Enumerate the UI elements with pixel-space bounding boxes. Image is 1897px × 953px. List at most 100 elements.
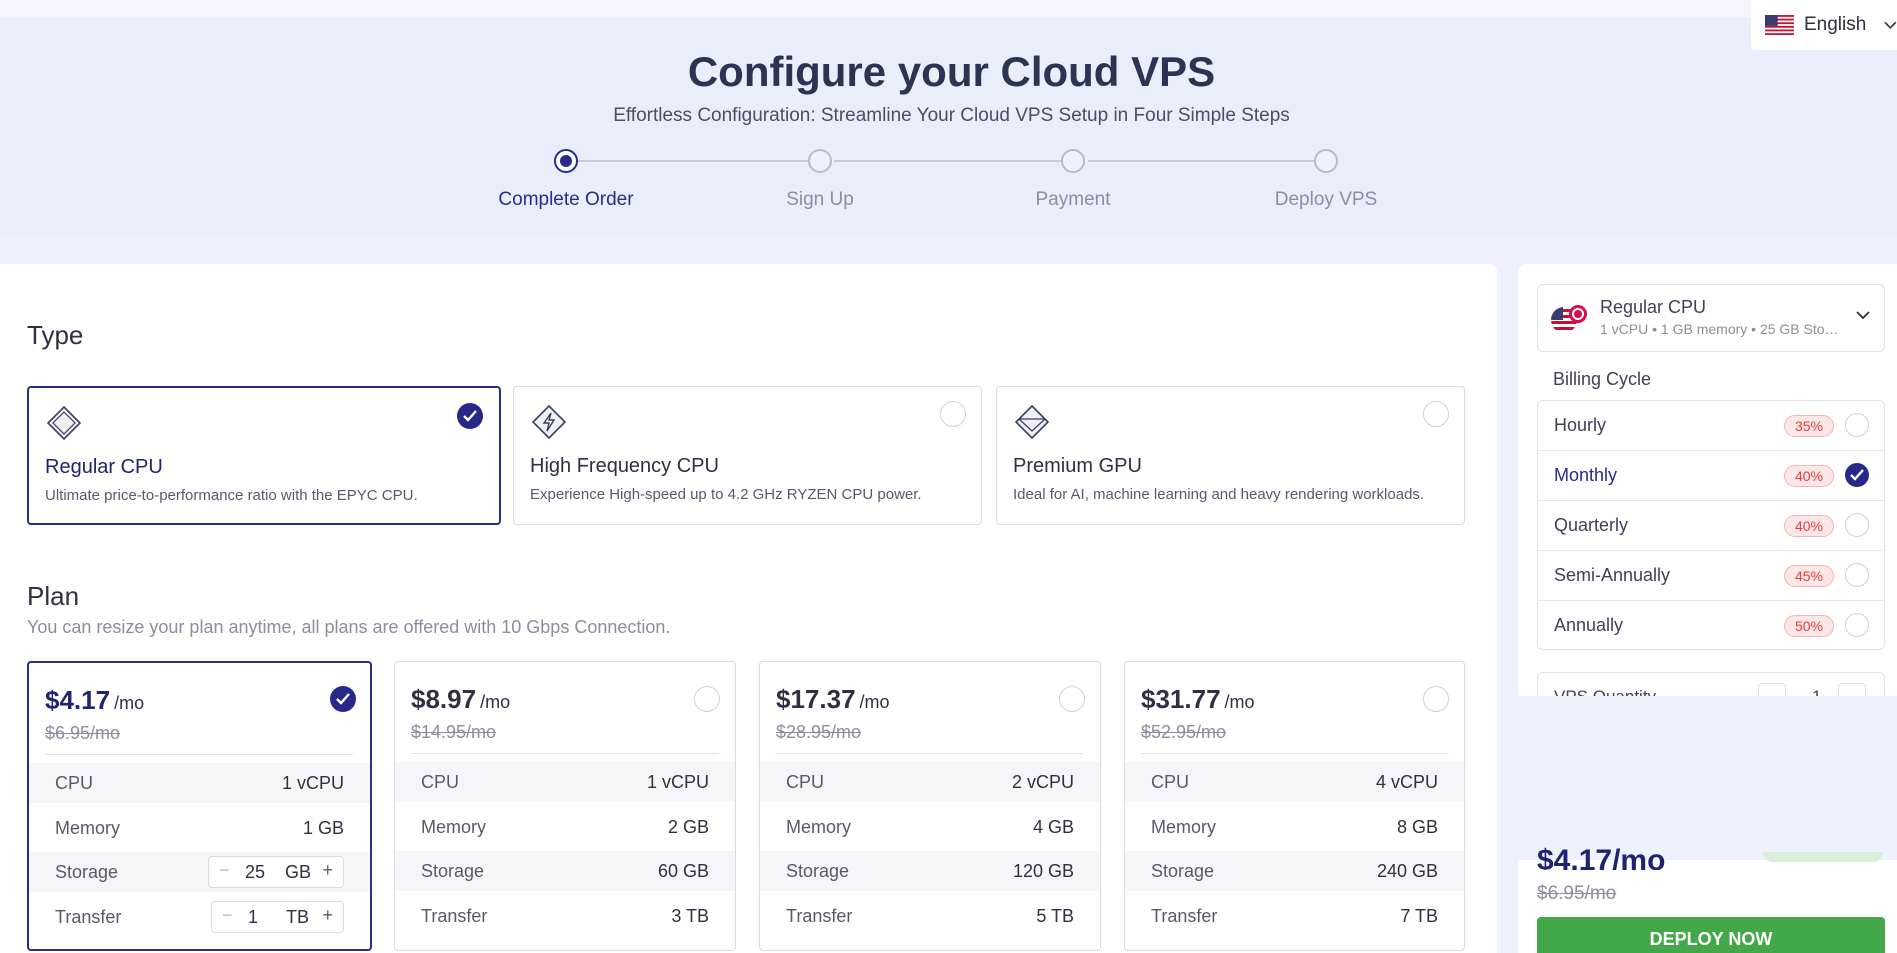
selected-check-icon — [330, 686, 356, 712]
spec-row-memory: Memory 8 GB — [1151, 817, 1438, 837]
discount-badge: 45% — [1784, 565, 1834, 587]
billing-radio[interactable] — [1845, 513, 1869, 537]
deploy-now-button[interactable]: DEPLOY NOW — [1537, 917, 1885, 953]
billing-cycle-list: Hourly 35% Monthly 40% Quarterly 40% Sem… — [1537, 400, 1885, 650]
vps-quantity-row: VPS Quantity 1 — [1537, 672, 1885, 696]
step-connector — [578, 160, 810, 162]
plan-section-title: Plan — [27, 581, 80, 611]
type-radio[interactable] — [940, 401, 966, 427]
billing-radio[interactable] — [1845, 563, 1869, 587]
total-price: $4.17/mo — [1537, 844, 1666, 870]
page-subtitle: Effortless Configuration: Streamline You… — [613, 105, 1290, 126]
language-label: English — [1803, 14, 1867, 35]
stepper-unit: TB — [286, 907, 310, 927]
quantity-value[interactable]: 1 — [1812, 687, 1821, 696]
step-label-payment: Payment — [1035, 189, 1111, 210]
discount-badge: 35% — [1784, 415, 1834, 437]
plan-section-desc: You can resize your plan anytime, all pl… — [27, 617, 671, 637]
type-radio[interactable] — [1423, 401, 1449, 427]
plan-radio[interactable] — [1059, 686, 1085, 712]
type-name: Premium GPU — [1013, 455, 1142, 477]
us-flag-with-debian-icon — [1551, 305, 1587, 333]
decrement-button[interactable]: − — [219, 860, 230, 881]
spec-row-transfer: Transfer 5 TB — [786, 906, 1074, 926]
plan-old-price: $14.95/mo — [411, 722, 497, 742]
plan-price: $4.17/mo — [45, 685, 145, 715]
step-label-sign-up: Sign Up — [786, 189, 854, 210]
quantity-increment-button[interactable] — [1838, 683, 1866, 696]
spec-row-cpu: CPU 1 vCPU — [395, 762, 735, 802]
selection-title: Regular CPU — [1600, 297, 1707, 317]
cpu-chip-icon — [46, 405, 82, 441]
plan-old-price: $28.95/mo — [776, 722, 862, 742]
selected-check-icon[interactable] — [1845, 463, 1869, 487]
step-label-deploy-vps: Deploy VPS — [1274, 189, 1378, 210]
language-selector[interactable]: English — [1751, 0, 1897, 50]
increment-button[interactable]: + — [322, 860, 333, 881]
spec-row-storage: Storage 240 GB — [1125, 851, 1464, 891]
transfer-stepper[interactable]: − 1 TB + — [211, 901, 344, 933]
storage-stepper[interactable]: − 25 GB + — [208, 856, 344, 888]
plan-divider — [1141, 753, 1448, 754]
billing-option-monthly[interactable]: Monthly 40% — [1538, 451, 1884, 501]
spec-row-memory: Memory 2 GB — [421, 817, 709, 837]
stepper-unit: GB — [285, 862, 312, 882]
type-card-high-frequency-cpu[interactable]: High Frequency CPU Experience High-speed… — [513, 386, 982, 525]
overlay-gap — [1498, 696, 1897, 860]
plan-card-2[interactable]: $8.97/mo $14.95/mo CPU 1 vCPU Memory 2 G… — [394, 661, 736, 951]
plan-price: $8.97/mo — [411, 684, 511, 714]
type-card-premium-gpu[interactable]: Premium GPU Ideal for AI, machine learni… — [996, 386, 1465, 525]
plan-radio[interactable] — [694, 686, 720, 712]
spec-row-cpu: CPU 1 vCPU — [29, 763, 370, 803]
spec-row-memory: Memory 1 GB — [55, 818, 344, 838]
type-name: High Frequency CPU — [530, 455, 719, 477]
quantity-decrement-button[interactable] — [1758, 683, 1786, 696]
increment-button[interactable]: + — [322, 905, 333, 926]
spec-row-transfer: Transfer 7 TB — [1151, 906, 1438, 926]
step-dot-deploy-vps — [1314, 149, 1338, 173]
stepper-value[interactable]: 25 — [245, 862, 265, 883]
stepper-value[interactable]: 1 — [248, 907, 258, 928]
plan-price: $31.77/mo — [1141, 684, 1255, 714]
selection-subtitle: 1 vCPU • 1 GB memory • 25 GB Storage — [1600, 321, 1840, 337]
plan-divider — [45, 754, 354, 755]
selection-dropdown[interactable]: Regular CPU 1 vCPU • 1 GB memory • 25 GB… — [1537, 284, 1885, 352]
gpu-chip-icon — [1014, 404, 1050, 440]
step-connector — [1088, 160, 1320, 162]
decrement-button[interactable]: − — [222, 905, 233, 926]
plan-old-price: $6.95/mo — [45, 723, 121, 743]
selected-check-icon — [457, 403, 483, 429]
spec-row-storage: Storage 60 GB — [395, 851, 735, 891]
billing-option-annually[interactable]: Annually 50% — [1538, 601, 1884, 651]
plan-radio[interactable] — [1423, 686, 1449, 712]
discount-badge: 40% — [1784, 515, 1834, 537]
billing-radio[interactable] — [1845, 613, 1869, 637]
discount-badge: 50% — [1784, 615, 1834, 637]
plan-card-4[interactable]: $31.77/mo $52.95/mo CPU 4 vCPU Memory 8 … — [1124, 661, 1465, 951]
vps-quantity-label: VPS Quantity — [1554, 687, 1656, 696]
type-name: Regular CPU — [45, 456, 163, 478]
billing-cycle-title: Billing Cycle — [1553, 369, 1652, 389]
billing-option-semi-annually[interactable]: Semi-Annually 45% — [1538, 551, 1884, 601]
chevron-down-icon — [1856, 311, 1870, 320]
spec-row-storage: Storage 120 GB — [760, 851, 1100, 891]
type-desc: Ultimate price-to-performance ratio with… — [45, 487, 418, 504]
plan-price: $17.37/mo — [776, 684, 890, 714]
plan-divider — [776, 753, 1084, 754]
page-title: Configure your Cloud VPS — [687, 48, 1216, 95]
billing-option-quarterly[interactable]: Quarterly 40% — [1538, 501, 1884, 551]
step-label-complete-order: Complete Order — [498, 189, 634, 210]
type-card-regular-cpu[interactable]: Regular CPU Ultimate price-to-performanc… — [27, 386, 501, 525]
plan-card-3[interactable]: $17.37/mo $28.95/mo CPU 2 vCPU Memory 4 … — [759, 661, 1101, 951]
step-dot-payment — [1061, 149, 1085, 173]
step-connector — [834, 160, 1066, 162]
step-dot-complete-order — [554, 149, 578, 173]
billing-option-hourly[interactable]: Hourly 35% — [1538, 401, 1884, 451]
spec-row-transfer: Transfer − 1 TB + — [29, 897, 370, 937]
plan-card-1[interactable]: $4.17/mo $6.95/mo CPU 1 vCPU Memory 1 GB… — [27, 661, 372, 951]
lightning-chip-icon — [531, 404, 567, 440]
billing-radio[interactable] — [1845, 413, 1869, 437]
discount-badge: 40% — [1784, 465, 1834, 487]
step-dot-sign-up — [808, 149, 832, 173]
type-desc: Experience High-speed up to 4.2 GHz RYZE… — [530, 486, 922, 503]
